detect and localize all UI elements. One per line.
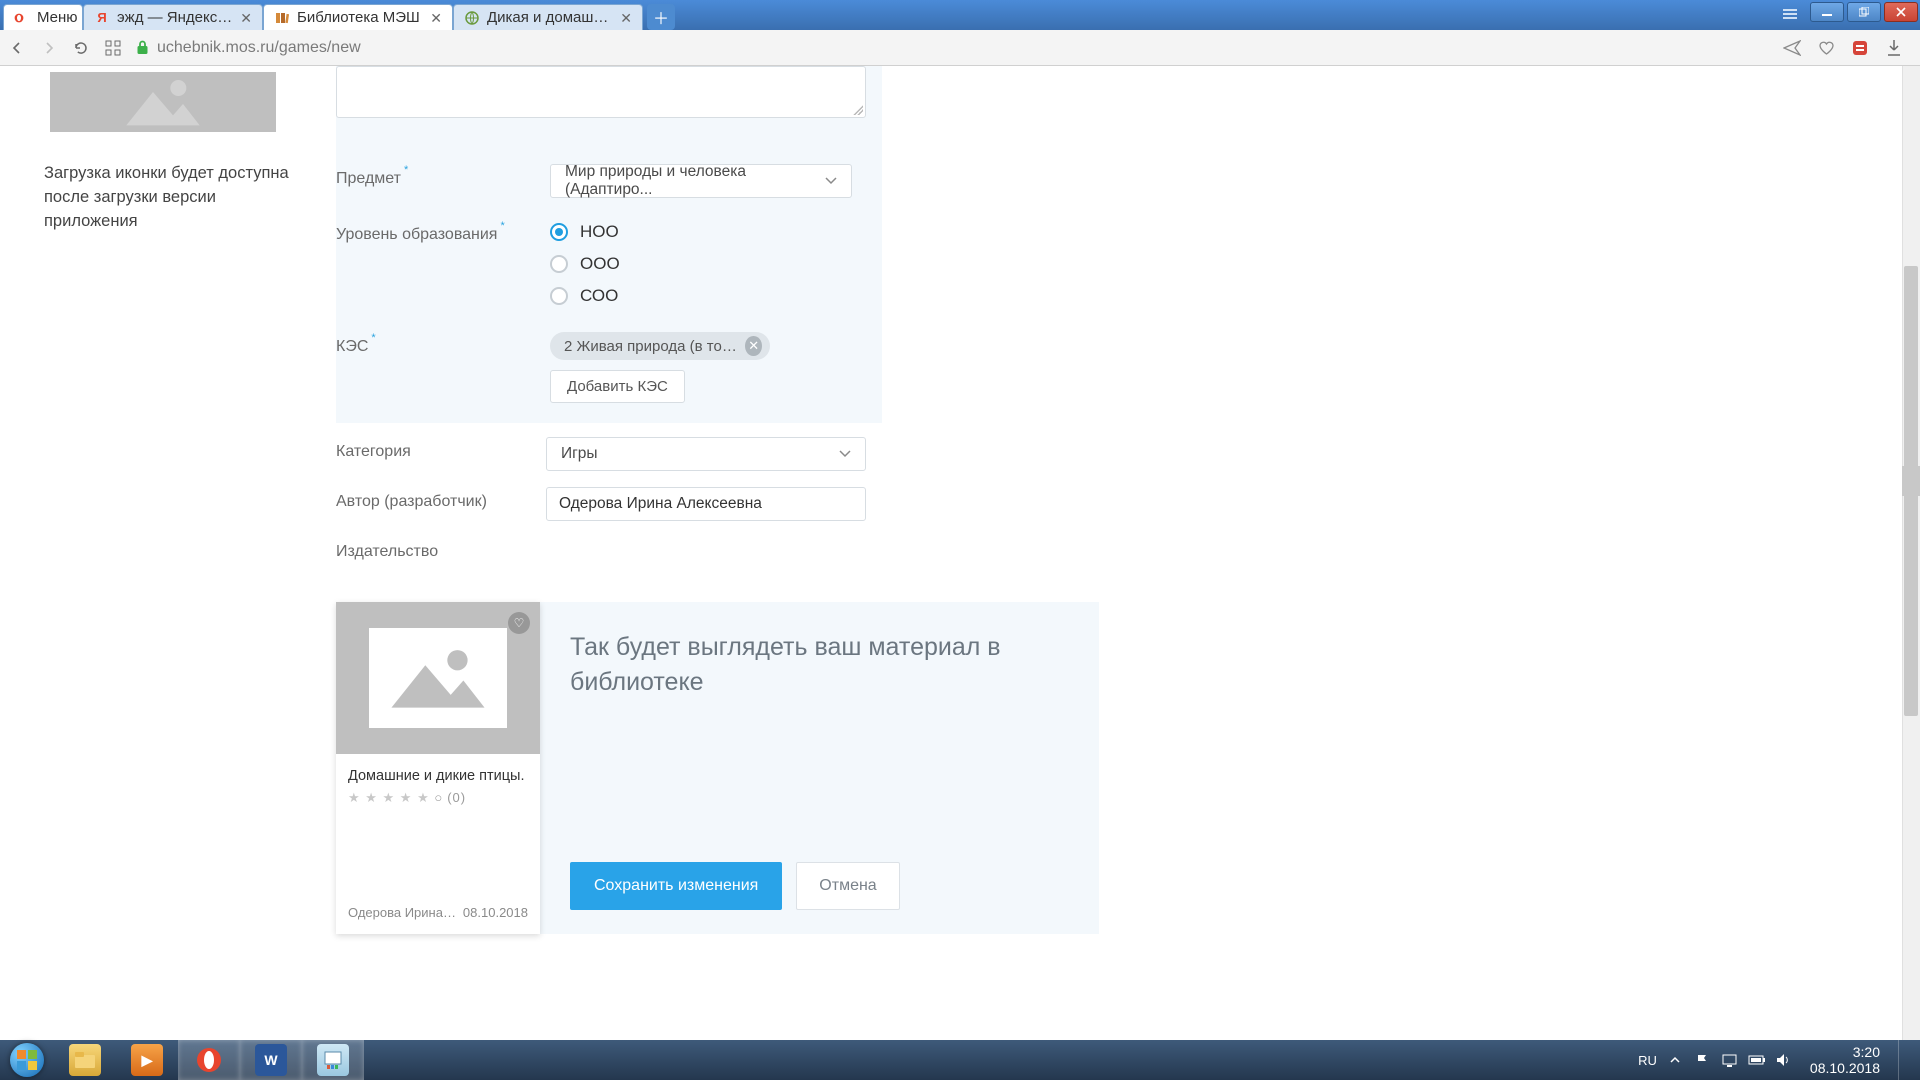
card-title: Домашние и дикие птицы. bbox=[348, 768, 528, 784]
tab-overflow-icon[interactable] bbox=[1780, 6, 1800, 22]
tab-label: Дикая и домашняя птица bbox=[487, 9, 612, 26]
tab-mesh-library[interactable]: Библиотека МЭШ ✕ bbox=[263, 4, 453, 30]
yandex-icon: Я bbox=[94, 10, 110, 26]
close-icon[interactable]: ✕ bbox=[430, 11, 442, 25]
tab-yandex[interactable]: Я эжд — Яндекс: нашлось ✕ bbox=[83, 4, 263, 30]
author-label: Автор (разработчик) bbox=[336, 487, 546, 511]
opera-menu-button[interactable]: Меню bbox=[3, 4, 83, 30]
chevron-down-icon bbox=[839, 450, 851, 458]
author-input[interactable]: Одерова Ирина Алексеевна bbox=[546, 487, 866, 521]
preview-panel: ♡ Домашние и дикие птицы. ★ ★ ★ ★ ★ ○(0)… bbox=[336, 602, 1099, 934]
close-icon[interactable]: ✕ bbox=[620, 11, 632, 25]
kes-label: КЭС bbox=[336, 338, 368, 355]
opera-icon bbox=[14, 10, 30, 26]
page-content: Загрузка иконки будет доступна после заг… bbox=[0, 66, 1920, 1040]
subject-value: Мир природы и человека (Адаптиро... bbox=[565, 163, 837, 199]
forward-button[interactable] bbox=[40, 41, 58, 55]
taskbar-clock[interactable]: 3:20 08.10.2018 bbox=[1802, 1044, 1888, 1076]
remove-chip-icon[interactable]: ✕ bbox=[745, 336, 762, 356]
volume-icon[interactable] bbox=[1775, 1052, 1792, 1069]
rating-stars: ★ ★ ★ ★ ★ ○(0) bbox=[348, 790, 528, 806]
send-icon[interactable] bbox=[1782, 38, 1802, 58]
new-tab-button[interactable]: ＋ bbox=[647, 4, 675, 30]
save-button[interactable]: Сохранить изменения bbox=[570, 862, 782, 910]
subject-select[interactable]: Мир природы и человека (Адаптиро... bbox=[550, 164, 852, 198]
clock-time: 3:20 bbox=[1810, 1044, 1880, 1060]
lock-icon bbox=[136, 40, 149, 55]
heart-icon[interactable] bbox=[1816, 38, 1836, 58]
icon-upload-panel: Загрузка иконки будет доступна после заг… bbox=[44, 66, 294, 234]
upload-note-text: Загрузка иконки будет доступна после заг… bbox=[44, 162, 294, 234]
publisher-label: Издательство bbox=[336, 537, 550, 561]
minimize-button[interactable] bbox=[1810, 2, 1844, 22]
close-icon[interactable]: ✕ bbox=[240, 11, 252, 25]
system-tray: RU 3:20 08.10.2018 bbox=[1638, 1040, 1920, 1080]
browser-tabs: Меню Я эжд — Яндекс: нашлось ✕ Библиотек… bbox=[0, 0, 675, 30]
icon-placeholder bbox=[44, 66, 282, 138]
windows-logo-icon bbox=[10, 1043, 44, 1077]
url-input[interactable]: uchebnik.mos.ru/games/new bbox=[136, 39, 1768, 57]
tray-up-icon[interactable] bbox=[1667, 1052, 1684, 1069]
back-button[interactable] bbox=[8, 41, 26, 55]
vertical-scrollbar[interactable] bbox=[1902, 66, 1920, 1040]
address-bar: uchebnik.mos.ru/games/new bbox=[0, 30, 1920, 66]
category-value: Игры bbox=[561, 445, 598, 463]
kes-chip-text: 2 Живая природа (в том чис... bbox=[564, 338, 737, 355]
reload-button[interactable] bbox=[72, 40, 90, 56]
download-icon[interactable] bbox=[1884, 38, 1904, 58]
speed-dial-button[interactable] bbox=[104, 40, 122, 56]
card-image-placeholder: ♡ bbox=[336, 602, 540, 754]
material-preview-card: ♡ Домашние и дикие птицы. ★ ★ ★ ★ ★ ○(0)… bbox=[336, 602, 540, 934]
cancel-button[interactable]: Отмена bbox=[796, 862, 899, 910]
favorite-icon[interactable]: ♡ bbox=[508, 612, 530, 634]
network-icon[interactable] bbox=[1721, 1052, 1738, 1069]
globe-icon bbox=[464, 10, 480, 26]
edu-level-label: Уровень образования bbox=[336, 226, 497, 243]
category-label: Категория bbox=[336, 437, 546, 461]
scroll-mark bbox=[1902, 466, 1920, 496]
book-icon bbox=[274, 10, 290, 26]
flag-icon[interactable] bbox=[1694, 1052, 1711, 1069]
start-button[interactable] bbox=[0, 1040, 54, 1080]
add-kes-button[interactable]: Добавить КЭС bbox=[550, 370, 685, 403]
card-date: 08.10.2018 bbox=[463, 905, 528, 920]
tab-label: Библиотека МЭШ bbox=[297, 9, 422, 26]
description-textarea[interactable] bbox=[336, 66, 866, 118]
taskbar-explorer[interactable] bbox=[54, 1040, 116, 1080]
taskbar-media-player[interactable]: ▶ bbox=[116, 1040, 178, 1080]
battery-icon[interactable] bbox=[1748, 1052, 1765, 1069]
material-form: Предмет* Мир природы и человека (Адаптир… bbox=[336, 66, 882, 585]
tab-birds[interactable]: Дикая и домашняя птица ✕ bbox=[453, 4, 643, 30]
kes-chip: 2 Живая природа (в том чис... ✕ bbox=[550, 332, 770, 360]
language-indicator[interactable]: RU bbox=[1638, 1053, 1657, 1068]
category-select[interactable]: Игры bbox=[546, 437, 866, 471]
tab-label: эжд — Яндекс: нашлось bbox=[117, 9, 232, 26]
menu-label: Меню bbox=[37, 9, 78, 26]
radio-soo[interactable]: СОО bbox=[550, 286, 866, 306]
maximize-button[interactable] bbox=[1847, 2, 1881, 22]
window-controls bbox=[1810, 2, 1918, 22]
taskbar-opera[interactable] bbox=[178, 1040, 240, 1080]
subject-label: Предмет bbox=[336, 170, 401, 187]
address-bar-actions bbox=[1782, 38, 1912, 58]
url-text: uchebnik.mos.ru/games/new bbox=[157, 39, 361, 57]
extension-icon[interactable] bbox=[1850, 38, 1870, 58]
clock-date: 08.10.2018 bbox=[1810, 1060, 1880, 1076]
windows-taskbar: ▶ W RU 3:20 08.10.2018 bbox=[0, 1040, 1920, 1080]
show-desktop-button[interactable] bbox=[1898, 1040, 1914, 1080]
radio-ooo[interactable]: ООО bbox=[550, 254, 866, 274]
edu-level-radios: НОО ООО СОО bbox=[550, 220, 866, 306]
taskbar-paint[interactable] bbox=[302, 1040, 364, 1080]
card-author: Одерова Ирина Але... bbox=[348, 905, 458, 920]
preview-heading: Так будет выглядеть ваш материал в библи… bbox=[570, 630, 1079, 700]
radio-noo[interactable]: НОО bbox=[550, 222, 866, 242]
window-titlebar: Меню Я эжд — Яндекс: нашлось ✕ Библиотек… bbox=[0, 0, 1920, 30]
taskbar-word[interactable]: W bbox=[240, 1040, 302, 1080]
close-window-button[interactable] bbox=[1884, 2, 1918, 22]
chevron-down-icon bbox=[825, 177, 837, 185]
